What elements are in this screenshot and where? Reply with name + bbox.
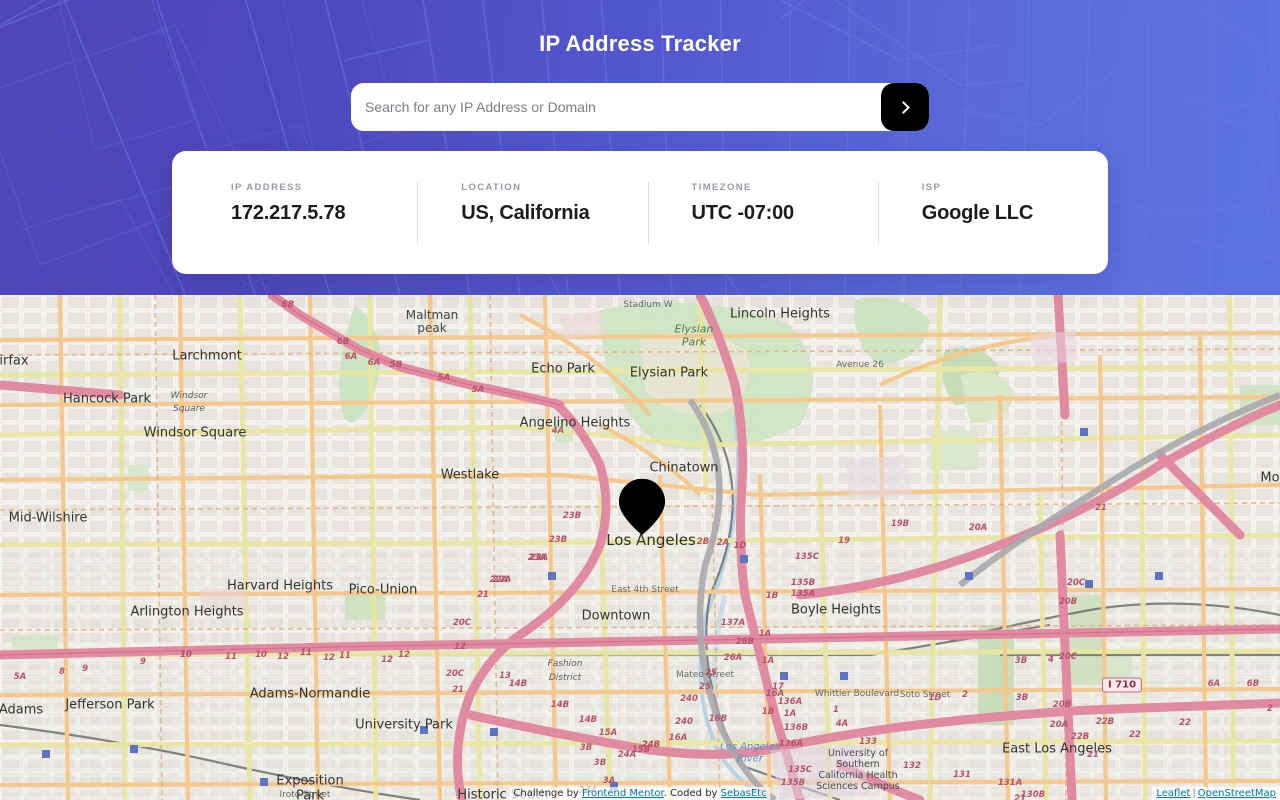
info-label: LOCATION	[461, 181, 522, 193]
attribution-separator: |	[1192, 788, 1196, 799]
page-title: IP Address Tracker	[539, 31, 741, 56]
ip-info-card: IP ADDRESS 172.217.5.78 LOCATION US, Cal…	[172, 151, 1108, 274]
map-container[interactable]: irfax Larchmont Hancock Park Windsor Square W…	[0, 295, 1280, 800]
map-attribution-right: Leaflet | OpenStreetMap	[1152, 787, 1280, 800]
info-value: 172.217.5.78	[231, 201, 346, 224]
attribution-prefix: Challenge by	[513, 788, 583, 799]
leaflet-link[interactable]: Leaflet	[1156, 788, 1190, 799]
info-cell-location: LOCATION US, California	[417, 181, 647, 244]
info-value: Google LLC	[921, 201, 1034, 224]
location-marker[interactable]	[619, 478, 665, 535]
map-attribution-center: Challenge by Frontend Mentor. Coded by S…	[509, 787, 771, 800]
info-label: IP ADDRESS	[231, 181, 303, 193]
info-label: TIMEZONE	[691, 181, 752, 193]
openstreetmap-link[interactable]: OpenStreetMap	[1198, 788, 1276, 799]
info-cell-timezone: TIMEZONE UTC -07:00	[647, 181, 878, 244]
info-value: US, California	[461, 201, 590, 224]
ip-address-tracker-app: IP Address Tracker IP ADDRESS 172.217.5.…	[0, 0, 1280, 800]
search-submit-button[interactable]	[881, 83, 929, 131]
author-link[interactable]: SebasEtc	[721, 788, 767, 799]
attribution-middle: . Coded by	[663, 788, 721, 799]
info-value: UTC -07:00	[691, 201, 795, 224]
search-bar	[351, 83, 929, 131]
info-label: ISP	[921, 181, 942, 193]
chevron-right-icon	[897, 100, 910, 114]
info-cell-isp: ISP Google LLC	[877, 181, 1108, 244]
frontend-mentor-link[interactable]: Frontend Mentor	[582, 788, 664, 799]
info-cell-ip-address: IP ADDRESS 172.217.5.78	[172, 182, 417, 244]
map-tiles	[0, 295, 1280, 800]
search-input[interactable]	[351, 83, 883, 131]
